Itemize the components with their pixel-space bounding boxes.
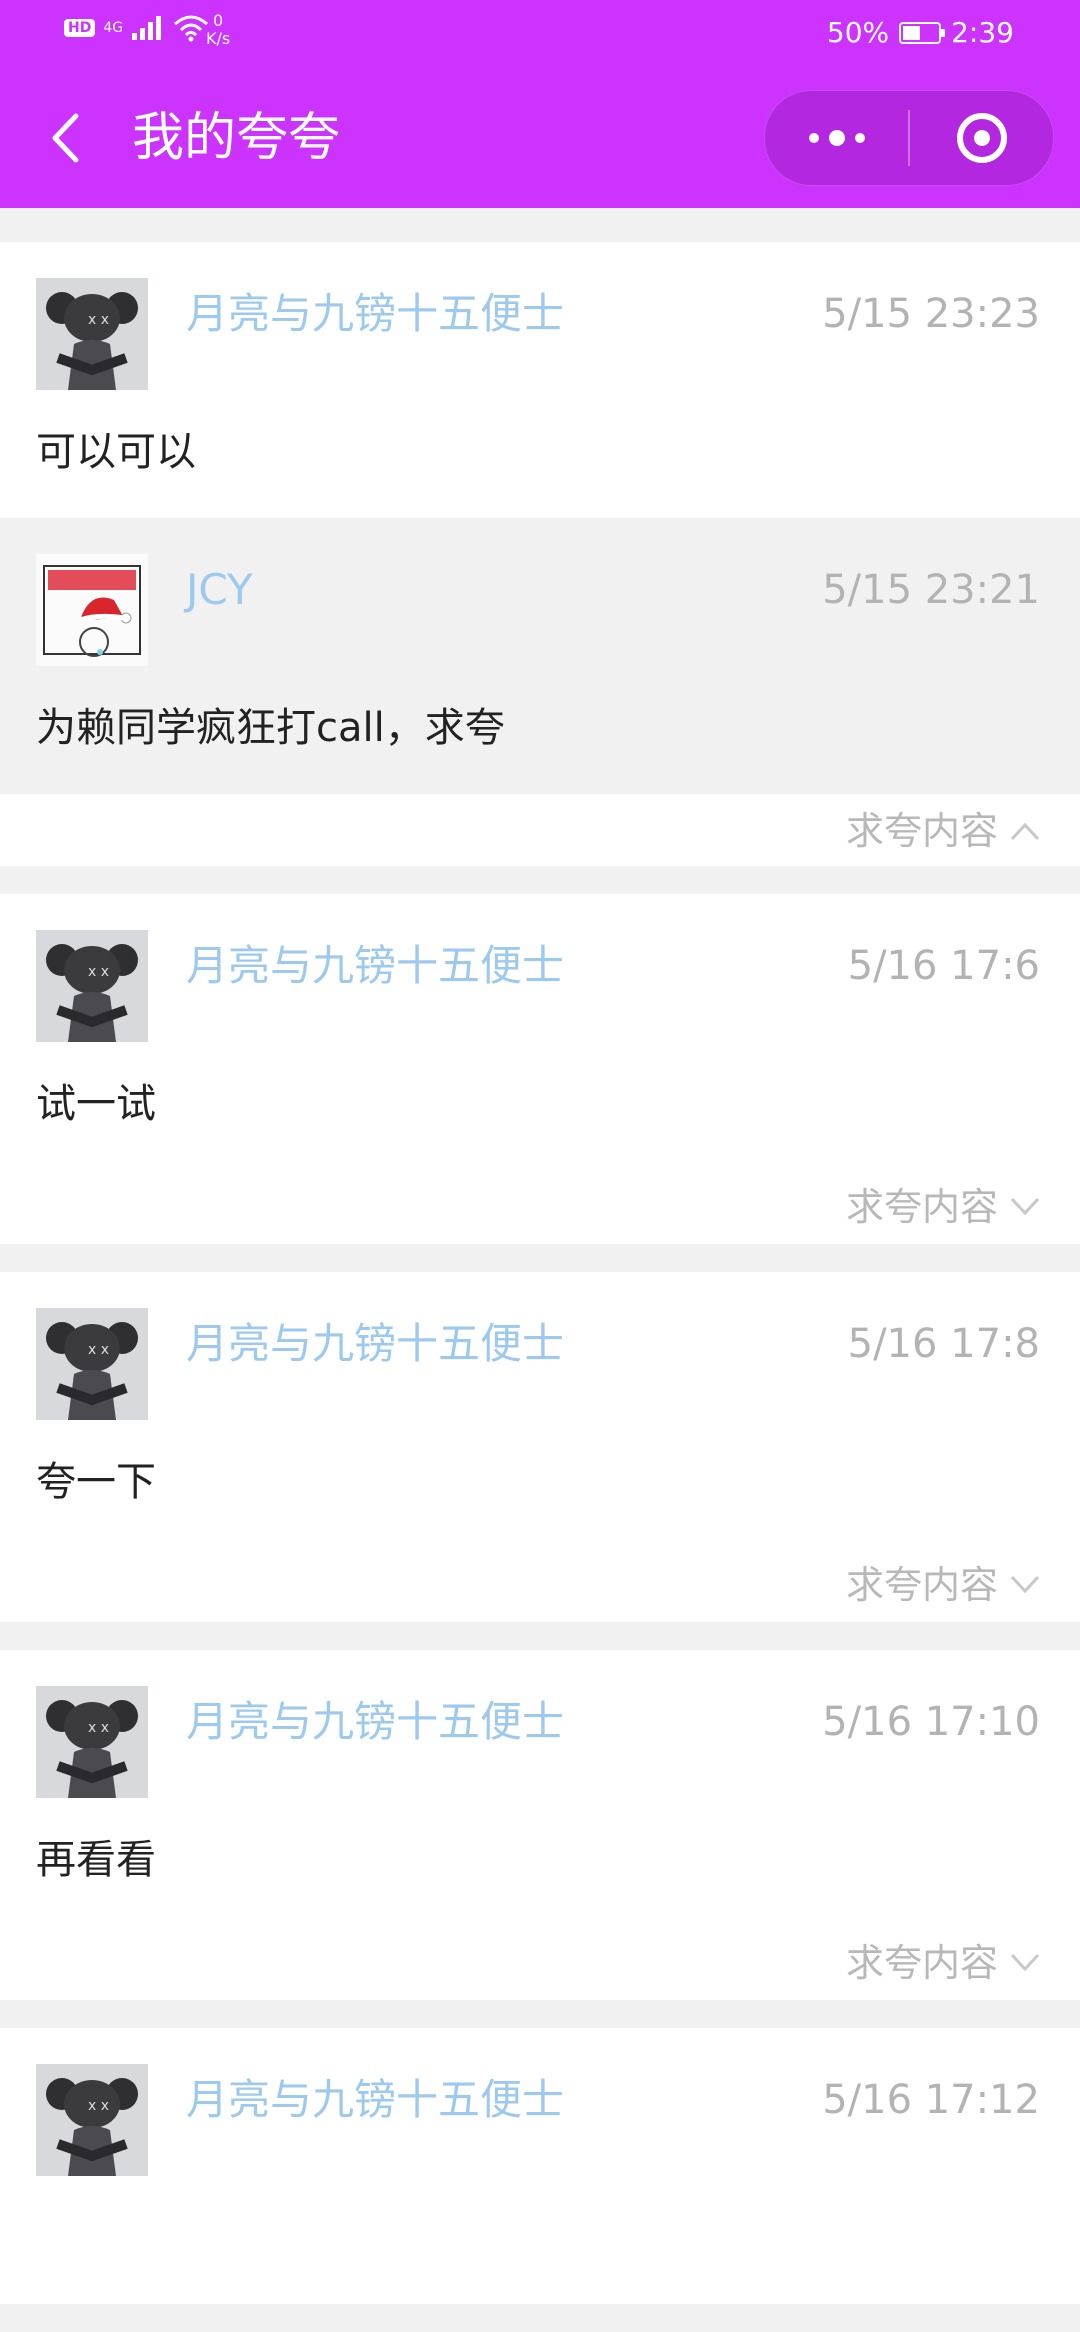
avatar[interactable]: x x: [36, 2064, 148, 2176]
avatar[interactable]: x x: [36, 278, 148, 390]
praise-card: x x 月亮与九镑十五便士 5/16 17:10 再看看 求夸内容: [0, 1650, 1080, 2000]
praise-post[interactable]: x x 月亮与九镑十五便士 5/16 17:12: [0, 2028, 1080, 2304]
request-content-toggle[interactable]: 求夸内容: [846, 806, 1040, 856]
praise-card: x x 月亮与九镑十五便士 5/16 17:12: [0, 2028, 1080, 2304]
praise-post[interactable]: x x 月亮与九镑十五便士 5/16 17:8 夸一下: [0, 1272, 1080, 1548]
timestamp: 5/15 23:23: [822, 291, 1040, 337]
avatar[interactable]: x x: [36, 1308, 148, 1420]
praise-content: 再看看: [36, 1837, 156, 1883]
svg-text:x x: x x: [88, 964, 109, 980]
svg-text:x x: x x: [88, 1720, 109, 1736]
battery-percent: 50%: [826, 16, 890, 49]
timestamp: 5/16 17:10: [822, 1699, 1040, 1745]
username[interactable]: JCY: [186, 562, 253, 618]
app-header: 我的夸夸: [0, 68, 1080, 208]
praise-card: x x 月亮与九镑十五便士 5/16 17:6 试一试 求夸内容: [0, 894, 1080, 1244]
request-content-toggle[interactable]: 求夸内容: [846, 1560, 1040, 1610]
top-bar: HD 4G 0 K/s 50% 2:39 我的夸夸: [0, 0, 1080, 208]
chevron-down-icon: [1010, 1948, 1040, 1978]
figure-avatar-icon: x x: [36, 2064, 148, 2176]
avatar[interactable]: x x: [36, 1686, 148, 1798]
more-dots-icon: [808, 130, 865, 146]
more-button[interactable]: [765, 91, 908, 185]
toggle-label: 求夸内容: [845, 1185, 998, 1229]
username[interactable]: 月亮与九镑十五便士: [186, 938, 564, 994]
card-footer: 求夸内容: [0, 1170, 1080, 1244]
dot: [828, 130, 845, 146]
praise-feed: x x 月亮与九镑十五便士 5/15 23:23 可以可以 JCY 5/15 2…: [0, 242, 1080, 2332]
praise-post[interactable]: x x 月亮与九镑十五便士 5/16 17:10 再看看: [0, 1650, 1080, 1926]
chevron-up-icon: [1010, 816, 1040, 846]
hd-badge: HD: [64, 19, 96, 37]
card-footer: 求夸内容: [0, 1926, 1080, 2000]
praise-card: x x 月亮与九镑十五便士 5/15 23:23 可以可以 JCY 5/15 2…: [0, 242, 1080, 866]
request-content-toggle[interactable]: 求夸内容: [846, 1182, 1040, 1232]
figure-avatar-icon: x x: [36, 1308, 148, 1420]
battery-level: [903, 25, 921, 40]
target-circle-icon: [956, 113, 1007, 163]
avatar[interactable]: [36, 554, 148, 666]
toggle-label: 求夸内容: [845, 1941, 998, 1985]
card-footer: 求夸内容: [0, 794, 1080, 866]
praise-post[interactable]: x x 月亮与九镑十五便士 5/15 23:23 可以可以: [0, 242, 1080, 518]
net-speed-unit: K/s: [206, 29, 231, 48]
close-mini-program-button[interactable]: [910, 91, 1053, 185]
status-right: 50% 2:39: [827, 16, 1014, 49]
timestamp: 5/16 17:12: [822, 2077, 1040, 2123]
status-left: HD 4G: [64, 14, 209, 42]
request-content-toggle[interactable]: 求夸内容: [846, 1938, 1040, 1988]
avatar[interactable]: x x: [36, 930, 148, 1042]
page-title: 我的夸夸: [132, 108, 341, 168]
figure-avatar-icon: x x: [36, 1686, 148, 1798]
praise-content: 夸一下: [36, 1459, 156, 1505]
mini-program-capsule: [764, 90, 1054, 186]
figure-avatar-icon: x x: [36, 278, 148, 390]
username[interactable]: 月亮与九镑十五便士: [186, 1316, 564, 1372]
praise-post[interactable]: x x 月亮与九镑十五便士 5/16 17:6 试一试: [0, 894, 1080, 1170]
request-post[interactable]: JCY 5/15 23:21 为赖同学疯狂打call，求夸: [0, 518, 1080, 794]
svg-text:x x: x x: [88, 1342, 109, 1358]
username[interactable]: 月亮与九镑十五便士: [186, 2072, 564, 2128]
status-bar: HD 4G 0 K/s 50% 2:39: [0, 0, 1080, 68]
svg-text:x x: x x: [88, 312, 109, 328]
praise-content: 可以可以: [36, 429, 196, 475]
net-speed: 0 K/s: [206, 12, 230, 48]
ring-core: [973, 130, 990, 146]
praise-card: x x 月亮与九镑十五便士 5/16 17:8 夸一下 求夸内容: [0, 1272, 1080, 1622]
chevron-down-icon: [1010, 1570, 1040, 1600]
toggle-label: 求夸内容: [845, 1563, 998, 1607]
back-button[interactable]: [40, 108, 90, 168]
dot: [808, 133, 819, 143]
signal-icon: [132, 16, 162, 40]
praise-content: 试一试: [36, 1081, 156, 1127]
clock: 2:39: [951, 16, 1014, 49]
net-speed-value: 0: [213, 11, 224, 30]
timestamp: 5/15 23:21: [822, 567, 1040, 613]
wifi-icon: [174, 15, 209, 42]
card-footer: 求夸内容: [0, 1548, 1080, 1622]
svg-text:x x: x x: [88, 2098, 109, 2114]
network-type: 4G: [103, 20, 124, 36]
username[interactable]: 月亮与九镑十五便士: [186, 286, 564, 342]
timestamp: 5/16 17:6: [847, 943, 1040, 989]
toggle-label: 求夸内容: [845, 809, 998, 853]
santa-hat-avatar-icon: [36, 554, 148, 666]
battery-icon: [899, 21, 946, 44]
chevron-down-icon: [1010, 1192, 1040, 1222]
request-content: 为赖同学疯狂打call，求夸: [36, 705, 505, 751]
username[interactable]: 月亮与九镑十五便士: [186, 1694, 564, 1750]
chevron-left-icon: [52, 113, 79, 163]
dot: [854, 133, 865, 143]
figure-avatar-icon: x x: [36, 930, 148, 1042]
timestamp: 5/16 17:8: [847, 1321, 1040, 1367]
